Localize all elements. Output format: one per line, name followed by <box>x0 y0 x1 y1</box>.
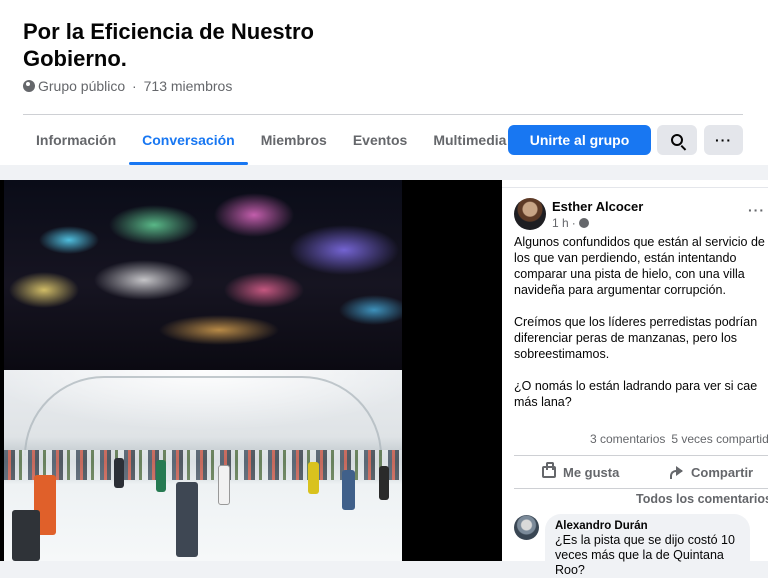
comment-text: ¿Es la pista que se dijo costó 10 veces … <box>555 533 735 577</box>
share-button[interactable]: Compartir <box>670 463 753 481</box>
skater-figure <box>156 460 166 492</box>
group-subtitle: Grupo público · 713 miembros <box>23 78 232 94</box>
group-tabs: Información Conversación Miembros Evento… <box>23 115 519 165</box>
panel-divider <box>502 187 768 188</box>
post-author[interactable]: Esther Alcocer <box>552 199 643 214</box>
like-button[interactable]: Me gusta <box>542 462 620 481</box>
skater-figure <box>12 510 40 561</box>
tab-eventos[interactable]: Eventos <box>340 115 420 165</box>
post-meta: 1 h · <box>552 216 589 230</box>
subtitle-separator: · <box>128 78 141 94</box>
skater-figure <box>176 482 198 557</box>
meta-dot: · <box>571 216 576 230</box>
author-avatar[interactable] <box>514 198 546 230</box>
group-header: Por la Eficiencia de Nuestro Gobierno. G… <box>0 0 768 165</box>
skater-figure <box>342 470 355 510</box>
post-panel: Esther Alcocer 1 h · ··· Algunos confund… <box>502 180 768 577</box>
group-title: Por la Eficiencia de Nuestro Gobierno. <box>23 19 314 71</box>
join-group-button[interactable]: Unirte al grupo <box>508 125 651 155</box>
post-paragraph: Creímos que los líderes perredistas podr… <box>514 315 758 361</box>
like-label: Me gusta <box>563 464 620 480</box>
tab-informacion[interactable]: Información <box>23 115 129 165</box>
post-text: Algunos confundidos que están al servici… <box>514 234 768 426</box>
stats-divider <box>514 455 768 456</box>
skater-figure <box>218 465 230 505</box>
share-label: Compartir <box>691 464 754 480</box>
commenter-avatar[interactable] <box>514 515 539 540</box>
shares-count[interactable]: 5 veces compartido <box>671 432 768 446</box>
post-stats: 3 comentarios 5 veces compartido <box>590 432 768 446</box>
search-icon <box>671 134 683 146</box>
post-photo[interactable] <box>4 180 402 561</box>
more-options-button[interactable]: ··· <box>704 125 743 155</box>
christmas-village-aerial-image <box>4 180 402 370</box>
group-privacy: Grupo público <box>38 78 126 94</box>
comment-author[interactable]: Alexandro Durán <box>555 520 740 532</box>
post-paragraph: Algunos confundidos que están al servici… <box>514 235 765 297</box>
comments-filter-label: Todos los comentarios <box>636 492 768 506</box>
skater-figure <box>114 458 124 488</box>
ice-rink-image <box>4 370 402 561</box>
skater-figure <box>379 466 389 500</box>
search-button[interactable] <box>657 125 697 155</box>
photo-viewer <box>0 180 502 561</box>
post-time[interactable]: 1 h <box>552 216 569 230</box>
group-members-count[interactable]: 713 miembros <box>144 78 233 94</box>
actions-divider <box>514 488 768 489</box>
skater-figure <box>308 462 319 494</box>
comments-count[interactable]: 3 comentarios <box>590 432 665 446</box>
post-options-button[interactable]: ··· <box>748 202 765 218</box>
tab-miembros[interactable]: Miembros <box>248 115 340 165</box>
tent-arch <box>24 376 382 456</box>
tab-conversacion[interactable]: Conversación <box>129 115 248 165</box>
globe-icon <box>23 80 35 92</box>
tab-multimedia[interactable]: Multimedia <box>420 115 519 165</box>
comments-filter-dropdown[interactable]: Todos los comentarios <box>636 492 768 506</box>
comment-bubble: Alexandro Durán ¿Es la pista que se dijo… <box>545 514 750 577</box>
globe-icon <box>578 218 589 228</box>
thumbs-up-icon <box>542 462 556 478</box>
share-arrow-icon <box>670 466 684 479</box>
post-paragraph: ¿O nomás lo están ladrando para ver si c… <box>514 379 758 409</box>
